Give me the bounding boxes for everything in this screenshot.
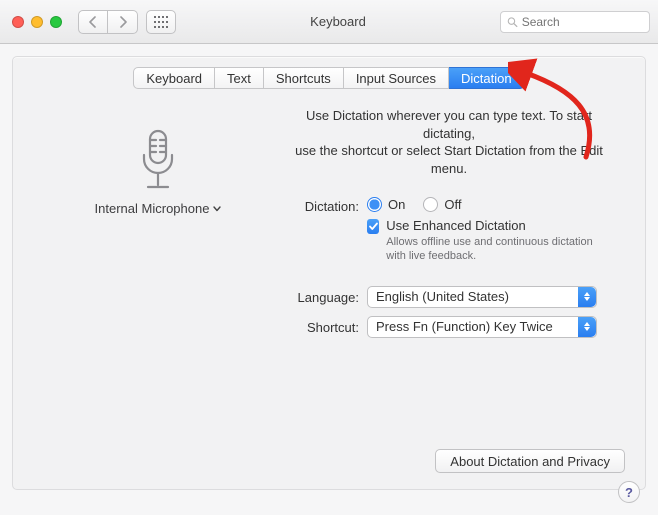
nav-back-forward bbox=[78, 10, 138, 34]
dictation-off-label: Off bbox=[444, 197, 461, 212]
tab-label: Input Sources bbox=[356, 71, 436, 86]
shortcut-popup[interactable]: Press Fn (Function) Key Twice bbox=[367, 316, 597, 338]
tab-keyboard[interactable]: Keyboard bbox=[133, 67, 215, 89]
shortcut-row: Shortcut: Press Fn (Function) Key Twice bbox=[283, 316, 615, 338]
chevron-down-icon bbox=[213, 206, 221, 212]
shortcut-value: Press Fn (Function) Key Twice bbox=[376, 319, 553, 334]
tab-label: Keyboard bbox=[146, 71, 202, 86]
minimize-window-button[interactable] bbox=[31, 16, 43, 28]
dictation-label: Dictation: bbox=[283, 197, 359, 214]
forward-button[interactable] bbox=[108, 10, 138, 34]
dictation-on-label: On bbox=[388, 197, 405, 212]
preference-panel: Keyboard Text Shortcuts Input Sources Di… bbox=[12, 56, 646, 490]
tab-bar: Keyboard Text Shortcuts Input Sources Di… bbox=[13, 67, 645, 89]
show-all-prefs-button[interactable] bbox=[146, 10, 176, 34]
enhanced-dictation-checkbox[interactable] bbox=[367, 219, 379, 234]
enhanced-dictation-desc: Allows offline use and continuous dictat… bbox=[386, 235, 615, 264]
tab-label: Dictation bbox=[461, 71, 512, 86]
search-icon bbox=[507, 16, 518, 28]
zoom-window-button[interactable] bbox=[50, 16, 62, 28]
window-title: Keyboard bbox=[310, 14, 366, 29]
tab-label: Text bbox=[227, 71, 251, 86]
tab-text[interactable]: Text bbox=[215, 67, 264, 89]
search-field-container[interactable] bbox=[500, 11, 650, 33]
tab-shortcuts[interactable]: Shortcuts bbox=[264, 67, 344, 89]
dictation-off-radio[interactable] bbox=[423, 197, 438, 212]
enhanced-dictation-row: Use Enhanced Dictation Allows offline us… bbox=[367, 218, 615, 264]
microphone-popup[interactable]: Internal Microphone bbox=[95, 201, 222, 216]
dictation-settings: Use Dictation wherever you can type text… bbox=[283, 107, 615, 346]
language-label: Language: bbox=[283, 286, 359, 305]
language-popup[interactable]: English (United States) bbox=[367, 286, 597, 308]
tab-dictation[interactable]: Dictation bbox=[449, 67, 525, 89]
intro-text: Use Dictation wherever you can type text… bbox=[287, 107, 611, 177]
updown-stepper-icon bbox=[578, 317, 596, 337]
tab-label: Shortcuts bbox=[276, 71, 331, 86]
enhanced-dictation-label: Use Enhanced Dictation bbox=[386, 218, 615, 233]
language-value: English (United States) bbox=[376, 289, 509, 304]
language-row: Language: English (United States) bbox=[283, 286, 615, 308]
grid-icon bbox=[154, 16, 168, 28]
back-button[interactable] bbox=[78, 10, 108, 34]
chevron-right-icon bbox=[119, 16, 127, 28]
close-window-button[interactable] bbox=[12, 16, 24, 28]
help-button[interactable]: ? bbox=[618, 481, 640, 503]
microphone-section: Internal Microphone bbox=[43, 107, 273, 346]
updown-stepper-icon bbox=[578, 287, 596, 307]
tab-input-sources[interactable]: Input Sources bbox=[344, 67, 449, 89]
shortcut-label: Shortcut: bbox=[283, 316, 359, 335]
titlebar: Keyboard bbox=[0, 0, 658, 44]
microphone-icon bbox=[136, 129, 180, 193]
dictation-on-radio[interactable] bbox=[367, 197, 382, 212]
checkmark-icon bbox=[368, 221, 379, 232]
microphone-label: Internal Microphone bbox=[95, 201, 210, 216]
window-controls bbox=[12, 16, 62, 28]
about-dictation-button[interactable]: About Dictation and Privacy bbox=[435, 449, 625, 473]
question-mark-icon: ? bbox=[625, 485, 633, 500]
chevron-left-icon bbox=[89, 16, 97, 28]
search-input[interactable] bbox=[522, 15, 643, 29]
dictation-row: Dictation: On Off bbox=[283, 197, 615, 264]
